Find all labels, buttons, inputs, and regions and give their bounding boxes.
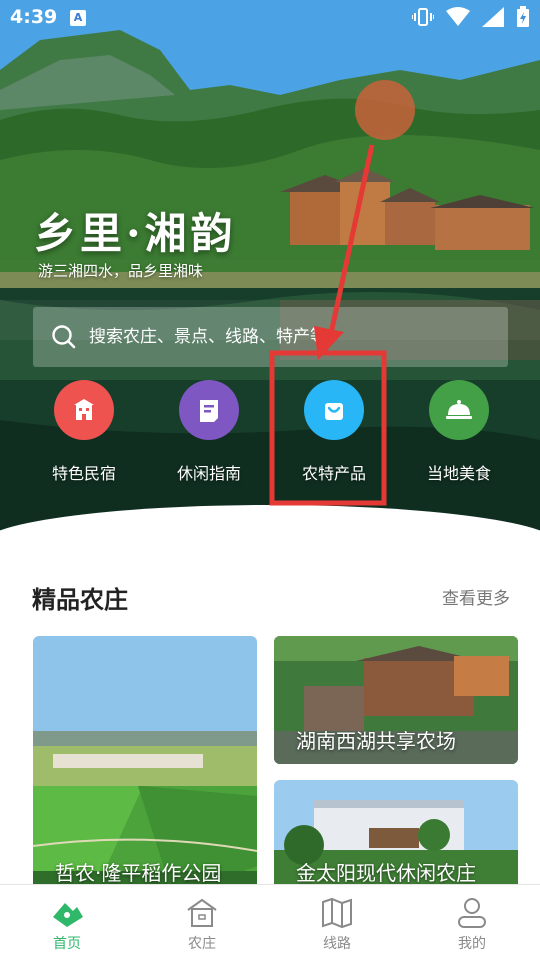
tab-mine[interactable]: 我的	[432, 895, 512, 953]
home-mountain-icon	[53, 903, 83, 927]
bottom-tab-bar: 首页 农庄 线路 我的	[0, 884, 540, 960]
hero-banner: 4:39 A 乡里·湘韵 游三湘四水，品乡里湘味 搜索农庄、景点、线路、特产等 …	[0, 0, 540, 545]
quick-nav-products[interactable]: 农特产品	[274, 380, 394, 484]
quick-nav-homestay[interactable]: 特色民宿	[24, 380, 144, 484]
guide-icon	[179, 380, 239, 440]
shopping-bag-icon	[304, 380, 364, 440]
search-icon	[52, 325, 76, 349]
system-status-icons	[412, 6, 530, 28]
quick-nav-label: 农特产品	[301, 464, 366, 483]
wifi-icon	[446, 7, 470, 26]
farmhouse-icon	[187, 898, 217, 927]
tab-label: 农庄	[188, 936, 216, 952]
farm-card[interactable]: 金太阳现代休闲农庄	[274, 780, 518, 896]
quick-nav-label: 休闲指南	[176, 464, 241, 483]
tab-label: 线路	[323, 936, 351, 952]
quick-nav-food[interactable]: 当地美食	[399, 380, 519, 484]
hero-title: 乡里·湘韵	[34, 209, 237, 258]
section-title: 精品农庄	[32, 586, 128, 614]
user-icon	[458, 898, 486, 928]
dish-cover-icon	[429, 380, 489, 440]
farm-card-title: 湖南西湖共享农场	[296, 729, 456, 753]
notification-icon: A	[70, 10, 86, 26]
quick-nav-guide[interactable]: 休闲指南	[149, 380, 269, 484]
status-bar: 4:39 A	[0, 0, 540, 36]
quick-nav-label: 当地美食	[426, 464, 491, 483]
quick-nav-label: 特色民宿	[51, 464, 116, 483]
search-bar[interactable]	[33, 307, 508, 367]
signal-icon	[482, 7, 504, 27]
battery-icon	[517, 6, 529, 27]
building-icon	[54, 380, 114, 440]
view-more-link[interactable]: 查看更多	[442, 584, 510, 609]
tab-home[interactable]: 首页	[27, 895, 107, 953]
tab-routes[interactable]: 线路	[297, 895, 377, 953]
map-icon	[322, 897, 352, 929]
section-header: 精品农庄 查看更多	[32, 576, 510, 616]
tab-farm[interactable]: 农庄	[162, 895, 242, 953]
tab-label: 我的	[458, 936, 486, 952]
farm-card[interactable]: 哲农·隆平稻作公园	[33, 636, 257, 896]
hero-subtitle: 游三湘四水，品乡里湘味	[38, 262, 204, 280]
farm-card[interactable]: 湖南西湖共享农场	[274, 636, 518, 764]
vibrate-icon	[412, 8, 434, 26]
status-time: 4:39	[10, 6, 58, 28]
search-input[interactable]	[89, 327, 469, 347]
tab-label: 首页	[53, 936, 81, 952]
